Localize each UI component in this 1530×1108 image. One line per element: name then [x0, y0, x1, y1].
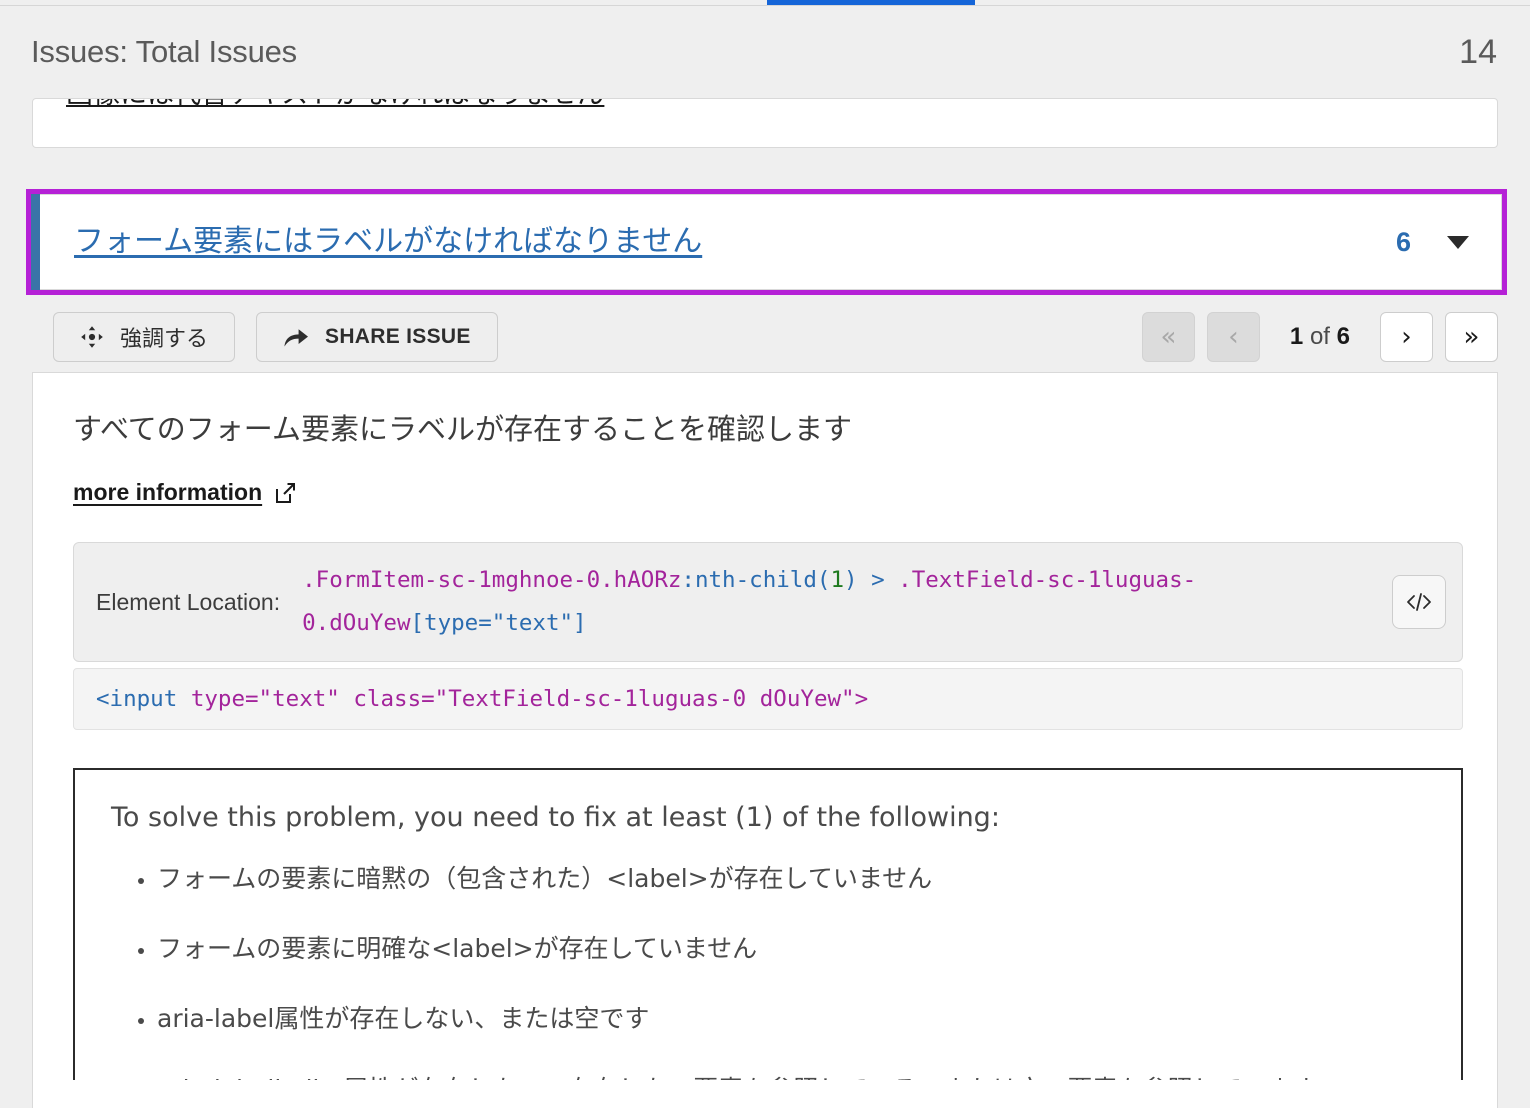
- selector-part-combinator: >: [858, 567, 899, 593]
- pagination-prev-button[interactable]: ‹: [1207, 312, 1260, 362]
- issue-toolbar: 強調する SHARE ISSUE « ‹ 1 of 6 ›: [32, 308, 1498, 366]
- element-location-label: Element Location:: [96, 589, 280, 616]
- list-item: aria-label属性が存在しない、または空です: [157, 1001, 1425, 1037]
- total-issues-count: 14: [1459, 33, 1497, 72]
- pagination-total-pages: 6: [1337, 323, 1350, 350]
- element-location-selector: .FormItem-sc-1mghnoe-0.hAORz:nth-child(1…: [302, 559, 1370, 645]
- issue-row-selected-content: フォーム要素にはラベルがなければなりません 6: [40, 194, 1502, 290]
- view-code-button[interactable]: [1392, 575, 1446, 629]
- crosshair-move-icon: [80, 325, 104, 349]
- element-html-snippet: <input type="text" class="TextField-sc-1…: [73, 668, 1463, 730]
- toolbar-actions: 強調する SHARE ISSUE: [32, 312, 498, 362]
- selector-part-class-1: .FormItem-sc-1mghnoe-0.hAORz: [302, 567, 681, 593]
- external-link-icon: [273, 481, 297, 505]
- issue-row-label-selected[interactable]: フォーム要素にはラベルがなければなりません: [74, 224, 702, 260]
- issue-row-count-selected: 6: [1396, 227, 1411, 258]
- issue-row-count: 1: [1403, 98, 1416, 106]
- issues-header: Issues: Total Issues 14: [0, 6, 1530, 98]
- issue-row-clipped-content: 画像には代替テキストがなければなりません 1: [66, 98, 1466, 111]
- selected-accent-bar: [31, 194, 40, 290]
- selector-part-paren: ): [844, 567, 858, 593]
- pagination-last-button[interactable]: »: [1445, 312, 1498, 362]
- solution-box: To solve this problem, you need to fix a…: [73, 768, 1463, 1080]
- pagination-first-button[interactable]: «: [1142, 312, 1195, 362]
- selector-part-attribute: [type="text"]: [411, 610, 587, 636]
- chevron-left-icon: ‹: [1228, 324, 1238, 350]
- pagination-of-text: of: [1310, 323, 1330, 350]
- page-title: Issues: Total Issues: [31, 34, 297, 70]
- share-arrow-icon: [283, 326, 309, 348]
- double-chevron-right-icon: »: [1464, 324, 1480, 350]
- issues-panel-page: Issues: Total Issues 14 画像には代替テキストがなければな…: [0, 0, 1530, 1108]
- highlight-button-label: 強調する: [120, 321, 208, 353]
- pagination-status: 1 of 6: [1272, 323, 1368, 351]
- selector-part-number: 1: [830, 567, 844, 593]
- issue-row-meta: 1: [1403, 98, 1466, 106]
- solution-list: フォームの要素に暗黙の（包含された）<label>が存在していません フォームの…: [129, 861, 1425, 1080]
- issue-detail-panel: すべてのフォーム要素にラベルが存在することを確認します more informa…: [32, 372, 1498, 1108]
- issue-description: すべてのフォーム要素にラベルが存在することを確認します: [73, 411, 1463, 447]
- issue-row-label[interactable]: 画像には代替テキストがなければなりません: [66, 98, 604, 111]
- double-chevron-left-icon: «: [1160, 324, 1176, 350]
- chevron-down-icon[interactable]: [1447, 236, 1469, 249]
- code-brackets-icon: [1404, 590, 1434, 614]
- snippet-part-tag: <input: [96, 686, 177, 712]
- pagination-current-page: 1: [1290, 323, 1303, 350]
- issue-row-meta-selected: 6: [1396, 227, 1469, 258]
- more-information-link[interactable]: more information: [73, 479, 297, 506]
- chevron-right-icon: ›: [1401, 324, 1411, 350]
- pagination-controls: « ‹ 1 of 6 › »: [1142, 312, 1498, 362]
- list-item: フォームの要素に暗黙の（包含された）<label>が存在していません: [157, 861, 1425, 897]
- more-information-label: more information: [73, 479, 262, 506]
- issue-row-selected[interactable]: フォーム要素にはラベルがなければなりません 6: [26, 189, 1507, 295]
- highlight-button[interactable]: 強調する: [53, 312, 235, 362]
- pagination-next-button[interactable]: ›: [1380, 312, 1433, 362]
- solution-title: To solve this problem, you need to fix a…: [111, 802, 1425, 833]
- issue-row-collapsed-clipped[interactable]: 画像には代替テキストがなければなりません 1: [32, 98, 1498, 148]
- list-item: フォームの要素に明確な<label>が存在していません: [157, 931, 1425, 967]
- selector-part-pseudo: :nth-child(: [681, 567, 830, 593]
- element-location-box: Element Location: .FormItem-sc-1mghnoe-0…: [73, 542, 1463, 662]
- share-issue-button[interactable]: SHARE ISSUE: [256, 312, 498, 362]
- share-issue-button-label: SHARE ISSUE: [325, 325, 471, 349]
- active-link-underline: [767, 0, 975, 5]
- list-item: aria-labelledby属性が存在しない、存在しない要素を参照している、ま…: [157, 1072, 1425, 1080]
- snippet-part-attrs: type="text" class="TextField-sc-1luguas-…: [177, 686, 868, 712]
